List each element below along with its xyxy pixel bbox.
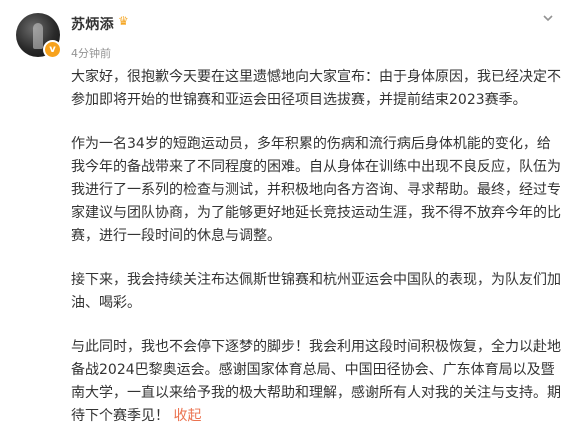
post-paragraph-1: 大家好，很抱歉今天要在这里遗憾地向大家宣布：由于身体原因，我已经决定不参加即将开… bbox=[71, 69, 561, 108]
chevron-down-icon-svg bbox=[543, 15, 553, 22]
post-content: 大家好，很抱歉今天要在这里遗憾地向大家宣布：由于身体原因，我已经决定不参加即将开… bbox=[71, 66, 563, 428]
chevron-down-icon[interactable] bbox=[541, 12, 555, 26]
username[interactable]: 苏炳添 bbox=[71, 14, 114, 34]
avatar-figure bbox=[33, 23, 43, 49]
post-paragraph-4-text: 与此同时，我也不会停下逐梦的脚步！我会利用这段时间积极恢复，全力以赴地备战202… bbox=[71, 339, 561, 424]
post-paragraph-3: 接下来，我会持续关注布达佩斯世锦赛和杭州亚运会中国队的表现，为队友们加油、喝彩。 bbox=[71, 272, 561, 311]
post-timestamp[interactable]: 4分钟前 bbox=[71, 45, 111, 61]
avatar-container[interactable]: v bbox=[16, 13, 62, 59]
verified-badge-icon: v bbox=[43, 40, 62, 59]
post-paragraph-4: 与此同时，我也不会停下逐梦的脚步！我会利用这段时间积极恢复，全力以赴地备战202… bbox=[71, 336, 563, 428]
post-paragraph-2: 作为一名34岁的短跑运动员，多年积累的伤病和流行病后身体机能的变化，给我今年的备… bbox=[71, 136, 561, 244]
member-crown-icon: ♛ bbox=[118, 14, 129, 28]
collapse-link[interactable]: 收起 bbox=[173, 408, 201, 424]
post-header: v 苏炳添 ♛ 4分钟前 bbox=[0, 0, 569, 62]
